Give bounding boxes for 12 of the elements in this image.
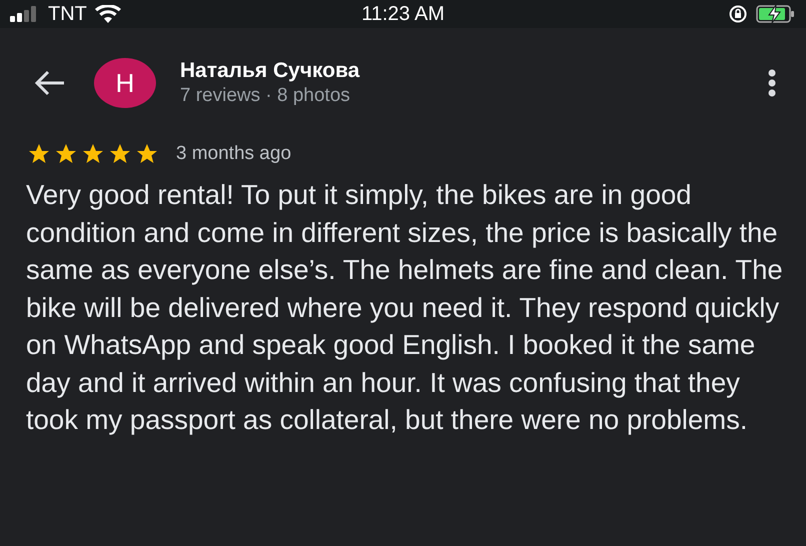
- review-date: 3 months ago: [176, 143, 292, 165]
- reviewer-name: Наталья Сучкова: [180, 59, 361, 83]
- reviewer-stats: 7 reviews · 8 photos: [180, 85, 352, 107]
- user-avatar: H: [94, 58, 156, 108]
- rotation-lock-icon: [728, 4, 748, 24]
- status-time: 11:23 AM: [360, 2, 446, 26]
- battery-charging-icon: [756, 4, 796, 24]
- carrier-name: TNT: [48, 2, 87, 26]
- back-arrow-icon[interactable]: [34, 70, 66, 96]
- review-text: Very good rental! To put it simply, the bikes are in good condition and come in different sizes, the price is basically the same as everyone else’s. The helmets are fine and clean. The bike will be delivered where you need it. They respond quickly on WhatsApp and speak good English. I booked it the same day and it arrived within an hour. It was confusing that they took my passport as collateral, but there were no problems.: [26, 178, 784, 437]
- wifi-icon: [94, 5, 121, 23]
- more-options-icon[interactable]: [768, 69, 776, 97]
